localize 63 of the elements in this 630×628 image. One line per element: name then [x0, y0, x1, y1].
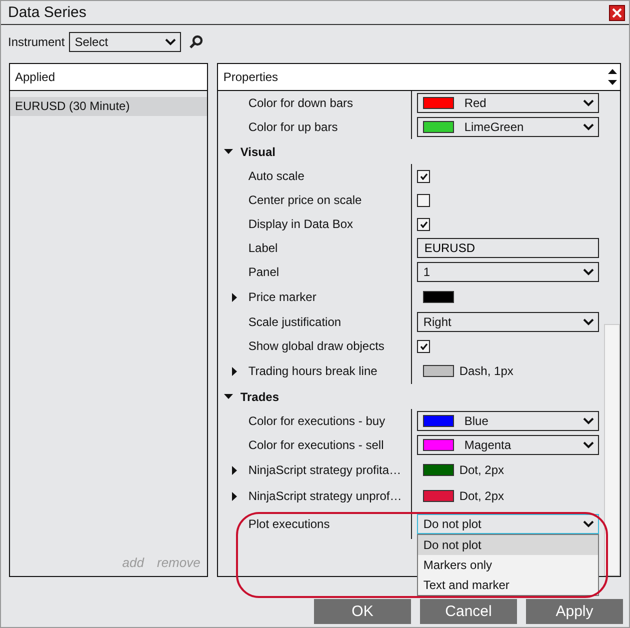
dropdown-option[interactable]: Do not plot	[418, 535, 598, 555]
property-name: Auto scale	[248, 169, 304, 183]
dialog-button[interactable]: Cancel	[420, 599, 517, 624]
caret-right-icon[interactable]	[232, 492, 238, 500]
line-style-text: Dot, 2px	[459, 463, 504, 477]
property-name: Label	[248, 241, 278, 255]
panel-header: Properties	[223, 70, 278, 84]
search-icon[interactable]	[188, 35, 203, 49]
instrument-dropdown[interactable]: Select	[68, 32, 181, 52]
line-style-text: Dash, 1px	[459, 364, 514, 378]
checkbox[interactable]	[417, 170, 430, 182]
chevron-down-icon	[583, 99, 594, 107]
label-field[interactable]: EURUSD	[417, 238, 600, 258]
series-item[interactable]: EURUSD (30 Minute)	[10, 97, 208, 116]
scrollbar-thumb[interactable]	[604, 324, 620, 576]
chevron-down-icon	[583, 318, 594, 326]
checkbox[interactable]	[417, 194, 430, 206]
caret-right-icon[interactable]	[232, 292, 238, 302]
chevron-down-icon	[583, 123, 594, 131]
category-header[interactable]: Trades	[240, 390, 280, 404]
instrument-label: Instrument	[8, 35, 65, 49]
check-icon	[420, 172, 428, 180]
chevron-down-icon	[583, 520, 594, 528]
property-name: Color for up bars	[248, 120, 338, 134]
caret-right-icon[interactable]	[232, 366, 238, 376]
chevron-down-icon	[583, 417, 594, 425]
dropdown[interactable]: Do not plot	[417, 514, 600, 534]
property-name: NinjaScript strategy unprof…	[248, 489, 402, 503]
property-name: Color for down bars	[248, 96, 354, 110]
property-name: Center price on scale	[248, 193, 362, 207]
color-dropdown[interactable]: Red	[417, 93, 600, 113]
close-button[interactable]	[609, 4, 625, 20]
caret-right-icon[interactable]	[232, 466, 238, 474]
category-header[interactable]: Visual	[240, 144, 276, 158]
property-name: NinjaScript strategy profita…	[248, 463, 402, 477]
chevron-down-icon	[583, 268, 594, 276]
window-title: Data Series	[8, 4, 86, 21]
property-name: Scale justification	[248, 315, 342, 329]
check-icon	[420, 342, 428, 350]
property-name: Show global draw objects	[248, 339, 384, 353]
chevron-down-icon	[164, 38, 176, 46]
caret-down-icon[interactable]	[224, 394, 234, 399]
dropdown[interactable]: Right	[417, 312, 600, 332]
caret-down-icon[interactable]	[224, 149, 234, 154]
property-name: Color for executions - buy	[248, 414, 386, 428]
property-name: Plot executions	[248, 517, 330, 531]
line-style-text: Dot, 2px	[459, 489, 504, 503]
property-name: Panel	[248, 265, 280, 279]
property-name: Trading hours break line	[248, 364, 378, 378]
checkbox[interactable]	[417, 218, 430, 230]
panel-header: Applied	[15, 70, 56, 84]
color-dropdown[interactable]: Blue	[417, 411, 600, 431]
property-name: Color for executions - sell	[248, 438, 384, 452]
color-dropdown[interactable]: Magenta	[417, 435, 600, 455]
checkbox[interactable]	[417, 340, 430, 352]
check-icon	[420, 220, 428, 228]
dialog-button[interactable]: Apply	[526, 599, 623, 624]
property-name: Display in Data Box	[248, 217, 354, 231]
color-dropdown[interactable]: LimeGreen	[417, 117, 600, 137]
dialog-button[interactable]: OK	[314, 599, 411, 624]
property-name: Price marker	[248, 290, 316, 304]
dropdown[interactable]: 1	[417, 262, 600, 282]
chevron-down-icon	[583, 441, 594, 449]
